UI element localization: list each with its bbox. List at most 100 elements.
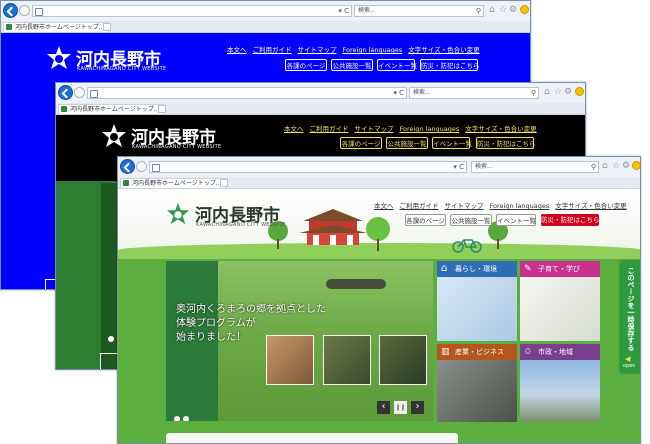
search-input[interactable]: 検索... ⚲ bbox=[354, 5, 484, 17]
url-field[interactable]: ▾ C bbox=[87, 87, 407, 99]
save-page-tab[interactable]: このページを一時保存する ◀ open bbox=[620, 261, 640, 373]
city-emblem-icon bbox=[102, 124, 126, 147]
star-icon[interactable]: ☆ bbox=[612, 160, 620, 172]
tab-title: 河内長野市ホームページトップ... bbox=[70, 106, 160, 113]
back-button[interactable] bbox=[120, 159, 135, 174]
link-skip[interactable]: 本文へ bbox=[227, 46, 247, 54]
facilities-button[interactable]: 公共施設一覧 bbox=[386, 137, 428, 149]
gear-icon[interactable]: ⚙ bbox=[509, 4, 517, 16]
header-links: 本文へ ご利用ガイド サイトマップ Foreign languages 文字サイズ・色合… bbox=[374, 200, 633, 210]
tab-title: 河内長野市ホームページトップ... bbox=[15, 24, 105, 31]
back-button[interactable] bbox=[3, 3, 18, 18]
city-emblem-icon bbox=[166, 202, 190, 225]
link-foreign[interactable]: Foreign languages bbox=[343, 46, 403, 54]
browser-tab[interactable]: 河内長野市ホームページトップ... bbox=[58, 104, 165, 114]
link-sitemap[interactable]: サイトマップ bbox=[298, 46, 337, 54]
search-placeholder: 検索... bbox=[475, 163, 493, 170]
smiley-icon[interactable] bbox=[575, 87, 584, 96]
gear-icon[interactable]: ⚙ bbox=[622, 160, 630, 172]
events-button[interactable]: イベント一覧 bbox=[496, 214, 536, 226]
category-tile-childcare[interactable]: ✎ 子育て・学び bbox=[520, 261, 600, 341]
slider-dots[interactable] bbox=[174, 407, 192, 421]
magnifier-icon[interactable]: ⚲ bbox=[591, 162, 596, 172]
site-logo[interactable]: 河内長野市 KAWACHINAGANO CITY WEBSITE bbox=[46, 45, 166, 75]
city-emblem-icon bbox=[47, 46, 71, 69]
star-icon[interactable]: ☆ bbox=[499, 4, 507, 16]
new-tab-button[interactable] bbox=[158, 105, 166, 113]
home-icon[interactable]: ⌂ bbox=[602, 160, 608, 172]
disaster-button[interactable]: 防災・防犯はこちら bbox=[476, 137, 536, 149]
facilities-button[interactable]: 公共施設一覧 bbox=[331, 59, 373, 71]
url-field[interactable]: ▾ C bbox=[32, 5, 352, 17]
forward-button[interactable] bbox=[74, 87, 85, 98]
link-foreign[interactable]: Foreign languages bbox=[490, 202, 550, 210]
link-font-size[interactable]: 文字サイズ・色合い変更 bbox=[465, 125, 536, 133]
browser-tab[interactable]: 河内長野市ホームページトップ... bbox=[3, 22, 110, 32]
new-tab-button[interactable] bbox=[103, 23, 111, 31]
link-skip[interactable]: 本文へ bbox=[284, 125, 304, 133]
smiley-icon[interactable] bbox=[632, 161, 640, 170]
category-label: 市政・地域 bbox=[538, 348, 573, 356]
back-button[interactable] bbox=[58, 85, 73, 100]
tab-row: 河内長野市ホームページトップ... bbox=[56, 103, 585, 115]
search-placeholder: 検索... bbox=[413, 89, 431, 96]
dept-pages-button[interactable]: 各課のページ bbox=[340, 137, 382, 149]
forward-button[interactable] bbox=[136, 161, 147, 172]
slider-prev-button[interactable]: ‹ bbox=[377, 401, 390, 414]
category-label: 子育て・学び bbox=[538, 265, 580, 273]
link-font-size[interactable]: 文字サイズ・色合い変更 bbox=[555, 202, 626, 210]
disaster-button[interactable]: 防災・防犯はこちら bbox=[541, 214, 600, 226]
events-button[interactable]: イベント一覧 bbox=[377, 59, 417, 71]
link-guide[interactable]: ご利用ガイド bbox=[253, 46, 292, 54]
url-controls[interactable]: ▾ C bbox=[338, 6, 349, 16]
save-page-sub: open bbox=[623, 363, 636, 369]
arrow-left-icon: ◀ bbox=[625, 355, 631, 363]
dept-pages-button[interactable]: 各課のページ bbox=[405, 214, 446, 226]
link-skip[interactable]: 本文へ bbox=[374, 202, 394, 210]
page-icon bbox=[35, 8, 43, 16]
link-font-size[interactable]: 文字サイズ・色合い変更 bbox=[408, 46, 479, 54]
house-icon: ⌂ bbox=[441, 263, 448, 274]
site-logo[interactable]: 河内長野市 KAWACHINAGANO CITY WEBSITE bbox=[101, 123, 221, 153]
url-field[interactable]: ▾ C bbox=[149, 161, 467, 173]
hero-photo-2 bbox=[323, 335, 371, 385]
events-button[interactable]: イベント一覧 bbox=[432, 137, 472, 149]
save-page-text: このページを一時保存する bbox=[627, 267, 635, 351]
gear-icon[interactable]: ⚙ bbox=[564, 86, 572, 98]
link-guide[interactable]: ご利用ガイド bbox=[310, 125, 349, 133]
forward-button[interactable] bbox=[19, 5, 30, 16]
page-icon bbox=[90, 90, 98, 98]
star-icon[interactable]: ☆ bbox=[554, 86, 562, 98]
facilities-button[interactable]: 公共施設一覧 bbox=[450, 214, 492, 226]
slider-next-button[interactable]: › bbox=[411, 401, 424, 414]
site-logo[interactable]: 河内長野市 KAWACHINAGANO CITY WEBSITE bbox=[166, 202, 286, 232]
browser-tab[interactable]: 河内長野市ホームページトップ... bbox=[120, 178, 227, 188]
category-photo bbox=[437, 277, 517, 341]
tab-row: 河内長野市ホームページトップ... bbox=[1, 21, 530, 33]
search-input[interactable]: 検索... ⚲ bbox=[409, 87, 539, 99]
url-controls[interactable]: ▾ C bbox=[393, 88, 404, 98]
link-sitemap[interactable]: サイトマップ bbox=[445, 202, 484, 210]
bicycle-icon bbox=[452, 239, 482, 253]
new-tab-button[interactable] bbox=[220, 179, 228, 187]
category-tile-business[interactable]: ▥ 産業・ビジネス bbox=[437, 344, 517, 422]
magnifier-icon[interactable]: ⚲ bbox=[476, 6, 481, 16]
url-controls[interactable]: ▾ C bbox=[453, 162, 464, 172]
category-tile-living[interactable]: ⌂ 暮らし・環境 bbox=[437, 261, 517, 341]
disaster-button[interactable]: 防災・防犯はこちら bbox=[420, 59, 480, 71]
hero-slider[interactable]: 奥河内くろまろの郷を拠点とした 体験プログラムが 始まりました！ ‹ ❙❙ › bbox=[166, 261, 433, 421]
link-foreign[interactable]: Foreign languages bbox=[400, 125, 460, 133]
home-icon[interactable]: ⌂ bbox=[489, 4, 495, 16]
address-bar-row: ▾ C 検索... ⚲ ⌂ ☆ ⚙ bbox=[56, 83, 585, 104]
link-sitemap[interactable]: サイトマップ bbox=[355, 125, 394, 133]
category-header: ✩ 市政・地域 bbox=[520, 344, 600, 360]
magnifier-icon[interactable]: ⚲ bbox=[531, 88, 536, 98]
search-input[interactable]: 検索... ⚲ bbox=[471, 161, 599, 173]
link-guide[interactable]: ご利用ガイド bbox=[400, 202, 439, 210]
slider-pause-button[interactable]: ❙❙ bbox=[394, 401, 407, 414]
home-icon[interactable]: ⌂ bbox=[544, 86, 550, 98]
category-tile-civic[interactable]: ✩ 市政・地域 bbox=[520, 344, 600, 422]
category-header: ⌂ 暮らし・環境 bbox=[437, 261, 517, 277]
smiley-icon[interactable] bbox=[520, 5, 529, 14]
dept-pages-button[interactable]: 各課のページ bbox=[285, 59, 327, 71]
